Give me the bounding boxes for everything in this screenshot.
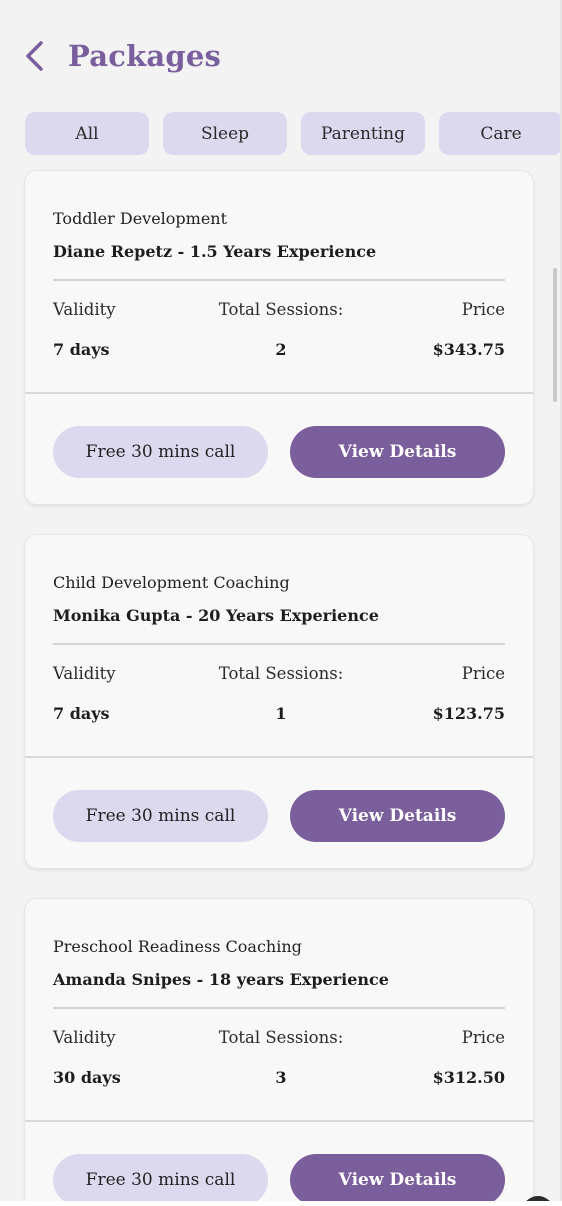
package-category: Toddler Development [53, 209, 228, 228]
view-details-button[interactable]: View Details [290, 1154, 505, 1203]
view-details-button[interactable]: View Details [290, 426, 505, 478]
sessions-label: Total Sessions: [218, 1028, 344, 1047]
sessions-label: Total Sessions: [218, 300, 344, 319]
divider [53, 643, 505, 645]
price-value: $123.75 [432, 704, 505, 723]
divider [53, 1007, 505, 1009]
package-category: Preschool Readiness Coaching [53, 937, 302, 956]
tab-parenting[interactable]: Parenting [301, 112, 425, 155]
sessions-label-wrap: Total Sessions: [25, 1028, 537, 1047]
price-label: Price [461, 300, 505, 319]
view-details-button[interactable]: View Details [290, 790, 505, 842]
sessions-label-wrap: Total Sessions: [25, 300, 537, 319]
free-call-button[interactable]: Free 30 mins call [53, 1154, 268, 1203]
divider [25, 756, 533, 758]
packages-screen: Packages All Sleep Parenting Care Toddle… [0, 0, 562, 1203]
sessions-value: 1 [275, 704, 287, 723]
package-card: Child Development Coaching Monika Gupta … [25, 535, 533, 868]
divider [53, 279, 505, 281]
price-label: Price [461, 664, 505, 683]
chevron-left-icon[interactable] [24, 38, 48, 74]
package-card: Preschool Readiness Coaching Amanda Snip… [25, 899, 533, 1203]
filter-tabs: All Sleep Parenting Care [25, 112, 560, 155]
package-coach: Diane Repetz - 1.5 Years Experience [53, 242, 377, 261]
divider [25, 1120, 533, 1122]
bottom-edge [0, 1201, 562, 1206]
package-card: Toddler Development Diane Repetz - 1.5 Y… [25, 171, 533, 504]
sessions-value: 3 [275, 1068, 287, 1087]
package-coach: Amanda Snipes - 18 years Experience [53, 970, 389, 989]
tab-sleep[interactable]: Sleep [163, 112, 287, 155]
free-call-button[interactable]: Free 30 mins call [53, 426, 268, 478]
sessions-value: 2 [275, 340, 287, 359]
scrollbar-thumb[interactable] [553, 268, 557, 402]
price-value: $312.50 [432, 1068, 505, 1087]
tab-all[interactable]: All [25, 112, 149, 155]
sessions-label-wrap: Total Sessions: [25, 664, 537, 683]
sessions-label: Total Sessions: [218, 664, 344, 683]
package-category: Child Development Coaching [53, 573, 290, 592]
divider [25, 392, 533, 394]
page-title: Packages [68, 39, 222, 73]
price-label: Price [461, 1028, 505, 1047]
free-call-button[interactable]: Free 30 mins call [53, 790, 268, 842]
header: Packages [24, 36, 221, 76]
package-coach: Monika Gupta - 20 Years Experience [53, 606, 379, 625]
tab-care[interactable]: Care [439, 112, 560, 155]
price-value: $343.75 [432, 340, 505, 359]
